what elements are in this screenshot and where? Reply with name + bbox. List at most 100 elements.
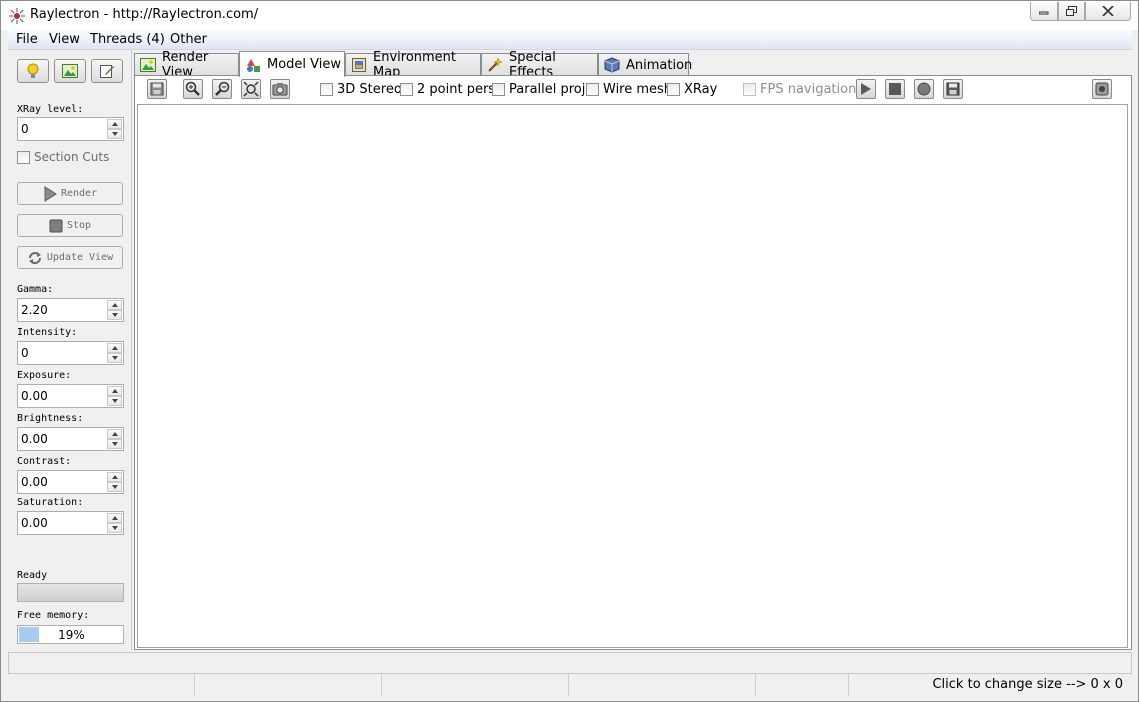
checkbox-box[interactable]	[667, 83, 680, 96]
update-view-button[interactable]: Update View	[17, 246, 123, 269]
zoom-extents-icon	[243, 81, 259, 97]
status-cell-4	[569, 674, 756, 696]
menu-other[interactable]: Other	[170, 32, 207, 47]
minimize-button[interactable]	[1030, 2, 1058, 21]
checkbox-box[interactable]	[743, 83, 756, 96]
spin-up-button[interactable]	[107, 386, 122, 396]
spin-up-button[interactable]	[107, 472, 122, 482]
tab-environment-map[interactable]: Environment Map	[345, 50, 481, 80]
parallel-projection-checkbox[interactable]: Parallel proj.	[492, 82, 590, 97]
brightness-spinbox[interactable]: 0.00	[17, 427, 124, 451]
section-cuts-checkbox[interactable]: Section Cuts	[17, 150, 109, 164]
spin-up-button[interactable]	[107, 119, 122, 129]
arrow-down-icon	[111, 356, 118, 360]
change-size-status[interactable]: Click to change size --> 0 x 0	[932, 677, 1123, 692]
wire-mesh-checkbox[interactable]: Wire mesh	[586, 82, 672, 97]
checkbox-label: 3D Stereo	[337, 82, 402, 97]
menu-view[interactable]: View	[49, 32, 80, 47]
zoom-extents-button[interactable]	[241, 79, 261, 99]
checkbox-label: 2 point pers.	[417, 82, 500, 97]
sidebar: XRay level: 0 Section Cuts Render Stop U…	[8, 50, 132, 650]
exposure-label: Exposure:	[17, 370, 72, 381]
spin-up-button[interactable]	[107, 513, 122, 523]
tab-render-view[interactable]: Render View	[134, 50, 239, 80]
camera-button[interactable]	[270, 79, 290, 99]
free-memory-label: Free memory:	[17, 610, 90, 621]
zoom-out-icon	[215, 81, 230, 96]
play-button[interactable]	[856, 79, 876, 99]
spin-down-button[interactable]	[107, 353, 122, 363]
render-label: Render	[60, 188, 98, 199]
gamma-spinbox[interactable]: 2.20	[17, 298, 124, 322]
zoom-out-button[interactable]	[212, 79, 232, 99]
tab-model-view[interactable]: Model View	[239, 51, 345, 77]
floppy-disk-icon	[946, 82, 960, 96]
contrast-spinbox[interactable]: 0.00	[17, 470, 124, 494]
snapshot-button[interactable]	[1092, 79, 1112, 99]
restore-button[interactable]	[1058, 2, 1085, 21]
stop-label: Stop	[66, 220, 92, 231]
image-button[interactable]	[54, 59, 86, 83]
menu-threads[interactable]: Threads (4)	[90, 32, 165, 47]
render-button[interactable]: Render	[17, 182, 123, 205]
render-progress-bar	[17, 583, 124, 602]
arrow-up-icon	[111, 432, 118, 436]
checkbox-label: XRay	[684, 82, 718, 97]
save-view-button[interactable]	[147, 79, 167, 99]
spin-down-button[interactable]	[107, 482, 122, 492]
gamma-value: 2.20	[21, 303, 48, 317]
status-bar: Click to change size --> 0 x 0	[8, 674, 1132, 696]
spin-down-button[interactable]	[107, 523, 122, 533]
lightbulb-icon	[27, 63, 39, 78]
arrow-up-icon	[111, 475, 118, 479]
3d-stereo-checkbox[interactable]: 3D Stereo	[320, 82, 402, 97]
arrow-up-icon	[111, 389, 118, 393]
stop-button[interactable]: Stop	[17, 214, 123, 237]
spin-down-button[interactable]	[107, 396, 122, 406]
contrast-value: 0.00	[21, 475, 48, 489]
fps-navigation-checkbox[interactable]: FPS navigation	[743, 82, 856, 97]
xray-checkbox[interactable]: XRay	[667, 82, 717, 97]
raylectron-logo-icon	[9, 8, 25, 24]
cube-icon	[604, 57, 620, 73]
arrow-down-icon	[111, 442, 118, 446]
floppy-disk-icon	[150, 82, 164, 96]
checkbox-box[interactable]	[586, 83, 599, 96]
checkbox-box[interactable]	[320, 83, 333, 96]
save-animation-button[interactable]	[943, 79, 963, 99]
spin-up-button[interactable]	[107, 429, 122, 439]
2-point-perspective-checkbox[interactable]: 2 point pers.	[400, 82, 499, 97]
intensity-value: 0	[21, 346, 29, 360]
title-bar: Raylectron - http://Raylectron.com/	[1, 1, 1138, 30]
saturation-value: 0.00	[21, 516, 48, 530]
close-icon	[1102, 6, 1114, 16]
light-button[interactable]	[17, 59, 49, 83]
menu-file[interactable]: File	[16, 32, 38, 47]
intensity-label: Intensity:	[17, 327, 78, 338]
spin-up-button[interactable]	[107, 300, 122, 310]
spin-down-button[interactable]	[107, 310, 122, 320]
update-view-label: Update View	[46, 252, 114, 263]
tab-animation[interactable]: Animation	[598, 53, 692, 76]
edit-button[interactable]	[91, 59, 123, 83]
checkbox-box[interactable]	[492, 83, 505, 96]
record-button[interactable]	[914, 79, 934, 99]
spin-down-button[interactable]	[107, 129, 122, 139]
saturation-label: Saturation:	[17, 497, 84, 508]
intensity-spinbox[interactable]: 0	[17, 341, 124, 365]
tab-special-effects[interactable]: Special Effects	[481, 50, 598, 80]
zoom-in-button[interactable]	[183, 79, 203, 99]
model-view-panel: 3D Stereo 2 point pers. Parallel proj. W…	[134, 75, 1132, 650]
stop-model-button[interactable]	[885, 79, 905, 99]
spin-down-button[interactable]	[107, 439, 122, 449]
saturation-spinbox[interactable]: 0.00	[17, 511, 124, 535]
model-viewport[interactable]	[137, 104, 1128, 648]
close-button[interactable]	[1085, 2, 1131, 21]
checkbox-box[interactable]	[400, 83, 413, 96]
picture-frame-icon	[352, 58, 366, 72]
section-cuts-box[interactable]	[17, 150, 30, 164]
xray-level-spinbox[interactable]: 0	[17, 117, 124, 141]
spin-up-button[interactable]	[107, 343, 122, 353]
xray-level-value: 0	[21, 122, 29, 136]
exposure-spinbox[interactable]: 0.00	[17, 384, 124, 408]
